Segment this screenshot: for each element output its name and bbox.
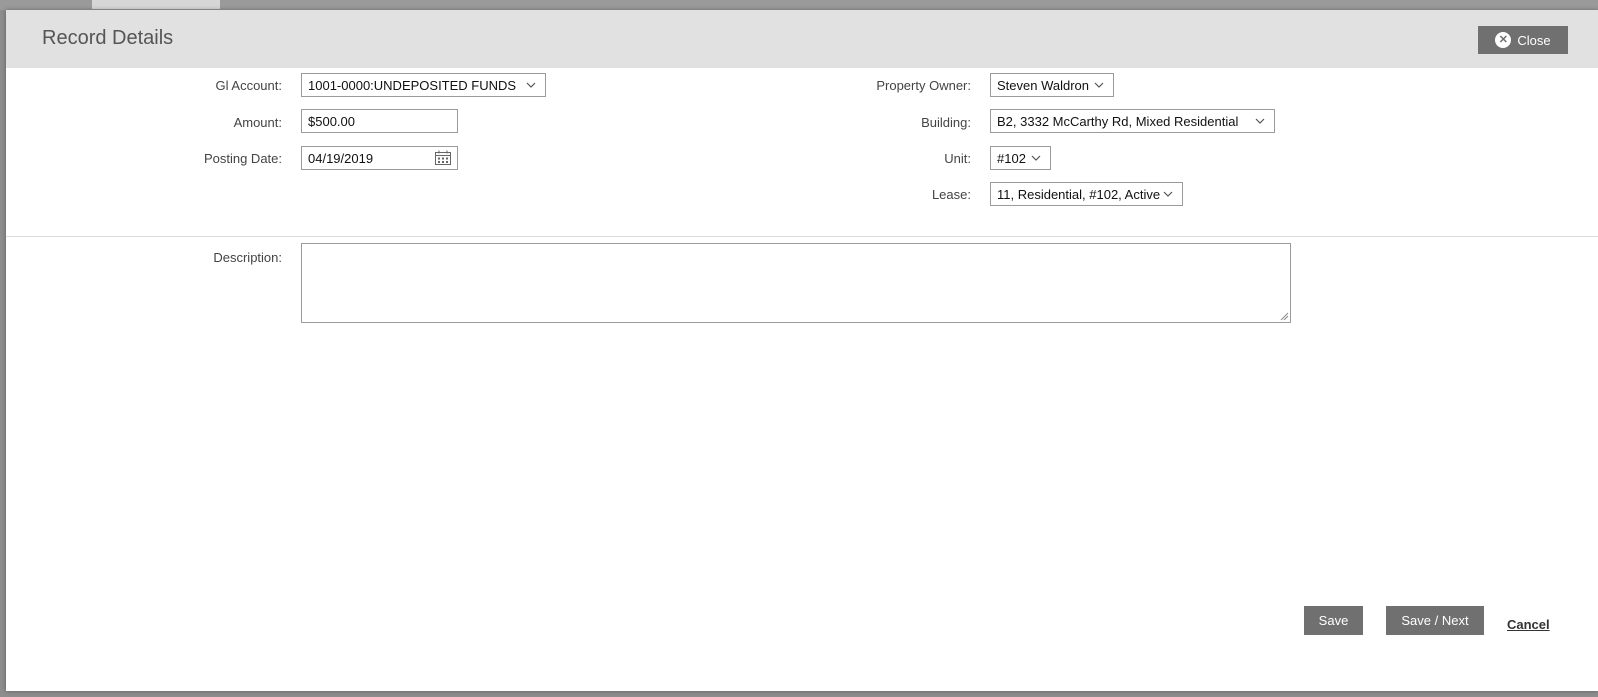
save-next-button[interactable]: Save / Next: [1386, 606, 1484, 635]
property-owner-select[interactable]: Steven Waldron: [990, 73, 1114, 97]
gl-account-value: 1001-0000:UNDEPOSITED FUNDS: [308, 77, 517, 93]
modal-title: Record Details: [42, 27, 174, 49]
close-button[interactable]: ✕ Close: [1478, 26, 1568, 54]
record-details-modal: Record Details ✕ Close Gl Account: 1001-…: [6, 10, 1598, 691]
chevron-down-icon: [1031, 155, 1041, 161]
building-value: B2, 3332 McCarthy Rd, Mixed Residential: [997, 113, 1239, 129]
unit-select[interactable]: #102: [990, 146, 1051, 170]
amount-label: Amount:: [233, 115, 282, 130]
posting-date-value: 04/19/2019: [308, 150, 374, 166]
background-tab: [92, 0, 220, 9]
gl-account-select[interactable]: 1001-0000:UNDEPOSITED FUNDS: [301, 73, 546, 97]
close-circle-icon: ✕: [1495, 32, 1512, 48]
posting-date-input[interactable]: 04/19/2019: [301, 146, 458, 170]
amount-value: $500.00: [308, 113, 355, 129]
lease-select[interactable]: 11, Residential, #102, Active: [990, 182, 1183, 206]
unit-value: #102: [997, 150, 1026, 166]
amount-input[interactable]: $500.00: [301, 109, 458, 133]
calendar-icon[interactable]: [434, 150, 452, 166]
posting-date-label: Posting Date:: [203, 151, 282, 166]
property-owner-label: Property Owner:: [876, 78, 971, 93]
save-button[interactable]: Save: [1304, 606, 1363, 635]
gl-account-label: Gl Account:: [215, 78, 282, 93]
chevron-down-icon: [526, 82, 536, 88]
chevron-down-icon: [1094, 82, 1104, 88]
close-button-label: Close: [1517, 32, 1551, 48]
lease-value: 11, Residential, #102, Active: [997, 186, 1161, 202]
unit-label: Unit:: [944, 151, 971, 166]
building-select[interactable]: B2, 3332 McCarthy Rd, Mixed Residential: [990, 109, 1275, 133]
chevron-down-icon: [1163, 191, 1173, 197]
chevron-down-icon: [1255, 118, 1265, 124]
property-owner-value: Steven Waldron: [997, 77, 1090, 93]
cancel-link[interactable]: Cancel: [1507, 617, 1550, 632]
resize-grip-icon[interactable]: [1279, 311, 1289, 321]
section-divider: [6, 236, 1598, 237]
description-textarea[interactable]: [301, 243, 1291, 323]
modal-header: Record Details ✕ Close: [6, 10, 1598, 68]
description-label: Description:: [213, 250, 282, 265]
building-label: Building:: [921, 115, 971, 130]
background-toolbar: [0, 0, 1598, 10]
lease-label: Lease:: [931, 187, 971, 202]
